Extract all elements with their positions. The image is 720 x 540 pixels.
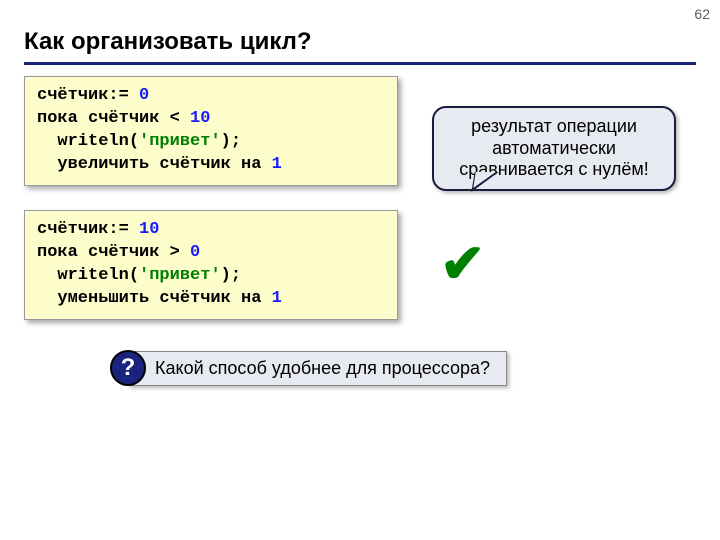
code-text: пока счётчик >	[37, 243, 190, 262]
callout-line: результат операции	[471, 116, 637, 136]
code-number: 1	[272, 289, 282, 308]
code-number: 1	[272, 155, 282, 174]
title-underline	[24, 62, 696, 65]
code-number: 0	[190, 243, 200, 262]
question-text: Какой способ удобнее для процессора?	[128, 351, 507, 386]
code-number: 0	[139, 86, 149, 105]
code-text: увеличить счётчик на	[37, 155, 272, 174]
code-block-2: счётчик:= 10 пока счётчик > 0 writeln('п…	[24, 210, 398, 320]
check-icon: ✔	[440, 232, 485, 295]
code-block-1: счётчик:= 0 пока счётчик < 10 writeln('п…	[24, 76, 398, 186]
code-text: уменьшить счётчик на	[37, 289, 272, 308]
code-text: );	[221, 132, 241, 151]
code-number: 10	[190, 109, 210, 128]
code-string: 'привет'	[139, 132, 221, 151]
code-text: пока счётчик <	[37, 109, 190, 128]
page-number: 62	[694, 6, 710, 22]
code-text: writeln(	[37, 266, 139, 285]
slide-title: Как организовать цикл?	[24, 28, 312, 56]
code-text: счётчик:=	[37, 86, 139, 105]
code-text: счётчик:=	[37, 220, 139, 239]
code-string: 'привет'	[139, 266, 221, 285]
callout-bubble: результат операции автоматически сравнив…	[432, 106, 676, 191]
question-row: ? Какой способ удобнее для процессора?	[110, 350, 507, 386]
question-mark-icon: ?	[110, 350, 146, 386]
callout-line: автоматически	[492, 138, 616, 158]
code-text: );	[221, 266, 241, 285]
code-number: 10	[139, 220, 159, 239]
code-text: writeln(	[37, 132, 139, 151]
